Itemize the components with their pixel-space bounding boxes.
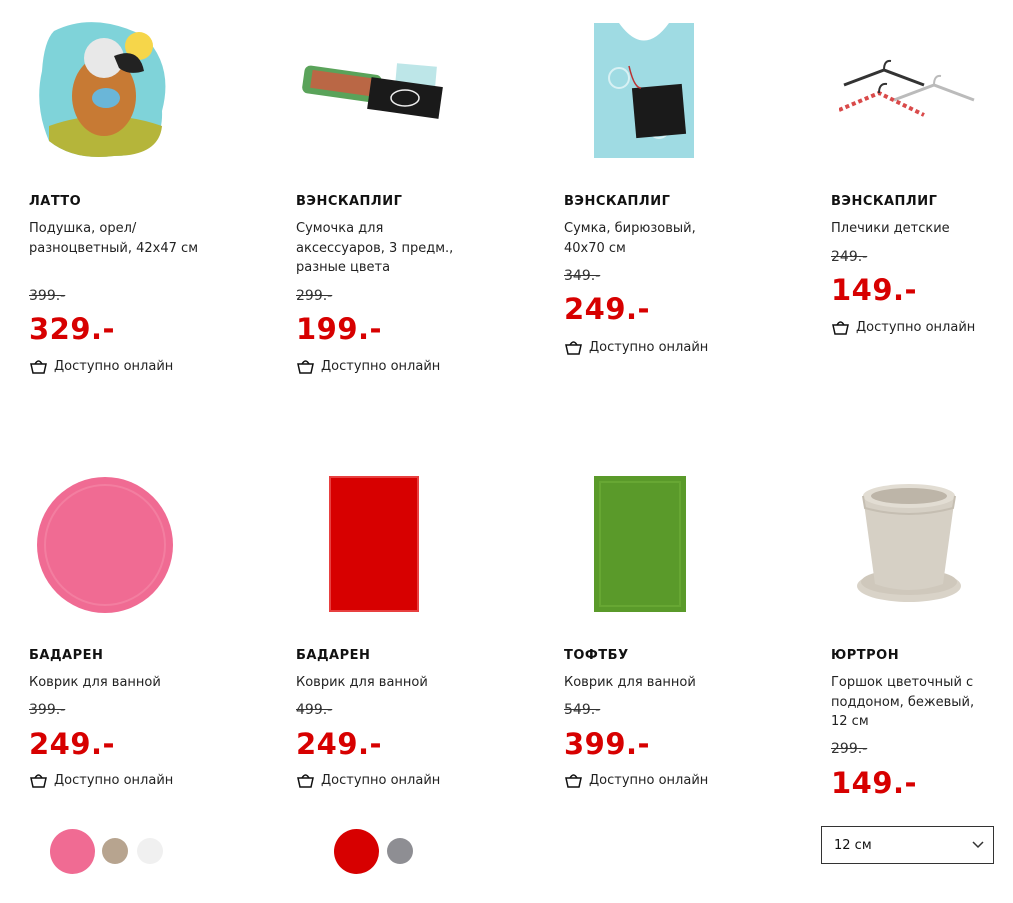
round-mat-pink-image [37,477,173,613]
product-name[interactable]: ЛАТТО [29,194,81,209]
product-description: Сумочка для аксессуаров, 3 предм., разны… [296,221,454,275]
product-image[interactable] [29,462,269,632]
product-name[interactable]: ЮРТРОН [831,648,899,663]
color-swatch-beige[interactable] [102,838,128,864]
availability-label: Доступно онлайн [856,320,976,335]
hangers-image [839,59,975,117]
availability-label: Доступно онлайн [589,340,709,355]
old-price: 399.- [29,288,66,304]
product-name[interactable]: ВЭНСКАПЛИГ [296,194,402,209]
product-image[interactable] [29,0,269,170]
basket-icon [297,360,314,374]
old-price: 399.- [29,702,66,718]
rect-mat-green-image [594,476,686,612]
old-price: 299.- [296,288,333,304]
old-price: 249.- [831,249,868,265]
availability: Доступно онлайн [831,319,975,336]
availability-label: Доступно онлайн [321,359,441,374]
product-name[interactable]: БАДАРЕН [296,648,370,663]
current-price: 249.- [29,727,116,761]
product-name[interactable]: ВЭНСКАПЛИГ [831,194,937,209]
current-price: 399.- [564,727,651,761]
availability-label: Доступно онлайн [54,773,174,788]
product-description: Коврик для ванной [296,675,428,690]
basket-icon [565,774,582,788]
product-name[interactable]: ТОФТБУ [564,648,629,663]
pillow-eagle-image [39,22,166,157]
availability-label: Доступно онлайн [589,773,709,788]
availability: Доступно онлайн [29,772,173,789]
basket-icon [832,321,849,335]
availability: Доступно онлайн [29,358,173,375]
old-price: 549.- [564,702,601,718]
product-description: Горшок цветочный с поддоном, бежевый, 12… [831,675,975,729]
color-swatch-pink[interactable] [50,829,95,874]
product-image[interactable] [831,0,1013,170]
size-select[interactable]: 12 см [821,826,994,864]
product-image[interactable] [296,0,536,170]
old-price: 349.- [564,268,601,284]
availability: Доступно онлайн [564,339,708,356]
product-image[interactable] [831,462,1013,632]
bag-turquoise-image [594,23,694,158]
chevron-down-icon [972,841,984,849]
current-price: 149.- [831,766,918,800]
basket-icon [30,360,47,374]
product-description: Подушка, орел/разноцветный, 42х47 см [29,221,199,256]
product-image[interactable] [296,462,536,632]
product-description: Сумка, бирюзовый, 40х70 см [564,221,696,256]
old-price: 299.- [831,741,868,757]
color-swatch-red[interactable] [334,829,379,874]
product-image[interactable] [564,0,804,170]
basket-icon [30,774,47,788]
product-name[interactable]: БАДАРЕН [29,648,103,663]
color-swatch-grey[interactable] [387,838,413,864]
availability-label: Доступно онлайн [321,773,441,788]
availability: Доступно онлайн [564,772,708,789]
availability: Доступно онлайн [296,358,440,375]
current-price: 249.- [564,292,651,326]
basket-icon [565,341,582,355]
product-description: Коврик для ванной [564,675,696,690]
availability: Доступно онлайн [296,772,440,789]
basket-icon [297,774,314,788]
rect-mat-red-image [329,476,419,612]
availability-label: Доступно онлайн [54,359,174,374]
old-price: 499.- [296,702,333,718]
flower-pot-image [857,484,961,602]
size-select-value: 12 см [834,837,872,853]
product-image[interactable] [564,462,804,632]
product-name[interactable]: ВЭНСКАПЛИГ [564,194,670,209]
current-price: 249.- [296,727,383,761]
current-price: 199.- [296,312,383,346]
pouch-set-image [302,63,443,119]
product-description: Плечики детские [831,221,950,236]
color-swatch-white[interactable] [137,838,163,864]
product-description: Коврик для ванной [29,675,161,690]
current-price: 149.- [831,273,918,307]
current-price: 329.- [29,312,116,346]
